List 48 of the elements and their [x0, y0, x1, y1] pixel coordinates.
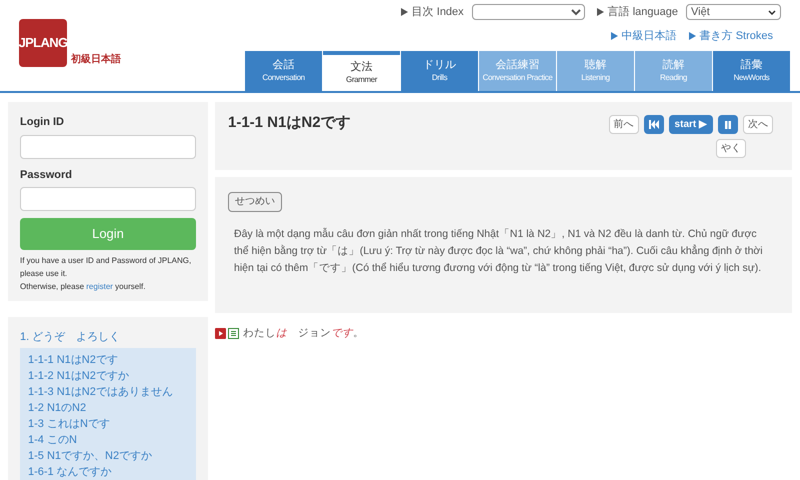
lesson-title: 1-1-1 N1はN2です — [228, 113, 351, 133]
register-link[interactable]: register — [86, 282, 113, 291]
field-label: Password — [20, 168, 73, 182]
example-sentence: わたし は ジョン です。 — [243, 326, 364, 341]
login-id-field[interactable] — [20, 134, 196, 158]
pause-icon — [725, 120, 731, 128]
start-button[interactable]: start ▶ — [668, 115, 713, 134]
play-icon[interactable] — [215, 328, 226, 340]
index-item[interactable]: 1-1-3 N1はN2ではありません — [28, 384, 188, 400]
nav-tab[interactable]: 会話 Conversation — [245, 51, 322, 91]
select-value: Việt — [691, 4, 710, 20]
logo-subtitle: 初級日本語 — [71, 52, 121, 67]
field-label: Login ID — [20, 115, 65, 130]
language-label: 言語 language — [608, 4, 678, 20]
index-item[interactable]: 1-1-2 N1はN2ですか — [28, 368, 188, 384]
explanation-text: Đây là một dạng mẫu câu đơn giản nhất trong tiếng Nhật「N1 là N2」, N1 và N2 đều là danh từ. Chủ ngữ được thể hiện bằng trợ từ「は」(Lưu ý: Trợ từ này được đọc là “wa”, chứ không phải “ha”). Cuối câu khẳng định ở thời hiện tại có thêm「です」(Có thể hiểu tương đương với động từ “là” trong tiếng Việt, được sử dụng với ý lịch sự). — [233, 226, 764, 276]
password-field[interactable] — [20, 187, 196, 211]
index-item[interactable]: 1-4 このN — [28, 432, 188, 448]
index-label: 目次 Index — [412, 4, 464, 20]
header-link[interactable]: 中級日本語 — [622, 28, 677, 44]
rewind-icon — [648, 120, 659, 129]
explanation-button[interactable]: せつめい — [228, 192, 282, 212]
login-note: If you have a user ID and Password of JPLANG, please use it. — [20, 255, 192, 280]
login-note: Otherwise, please register yourself. — [20, 281, 146, 293]
nav-tab[interactable]: 語彙 NewWords — [713, 51, 790, 91]
index-item[interactable]: 1-5 N1ですか、N2ですか — [28, 448, 188, 464]
nav-tab[interactable]: ドリル Drills — [401, 51, 478, 91]
triangle-icon — [610, 32, 618, 40]
header-link[interactable]: 書き方 Strokes — [700, 28, 773, 44]
index-item[interactable]: 1-3 これはNです — [28, 416, 188, 432]
index-select[interactable] — [472, 4, 585, 20]
translate-button[interactable]: やく — [716, 139, 746, 158]
nav-button[interactable]: 次へ — [743, 115, 773, 134]
triangle-icon — [596, 8, 604, 16]
triangle-icon — [400, 8, 408, 16]
index-item[interactable]: 1-1-1 N1はN2です — [28, 352, 188, 368]
rewind-button[interactable] — [644, 115, 664, 134]
language-select[interactable]: Việt — [686, 4, 781, 20]
triangle-icon — [688, 32, 696, 40]
login-button[interactable]: Login — [20, 218, 196, 250]
chevron-down-icon — [768, 10, 776, 14]
index-item[interactable]: 1-6-1 なんですか — [28, 464, 188, 480]
index-heading: 1. どうぞ よろしく — [20, 330, 122, 345]
pause-button[interactable] — [718, 115, 738, 134]
index-item[interactable]: 1-2 N1のN2 — [28, 400, 188, 416]
logo: JPLANG — [19, 19, 67, 67]
document-icon[interactable] — [228, 328, 239, 340]
nav-button[interactable]: 前へ — [608, 115, 639, 134]
